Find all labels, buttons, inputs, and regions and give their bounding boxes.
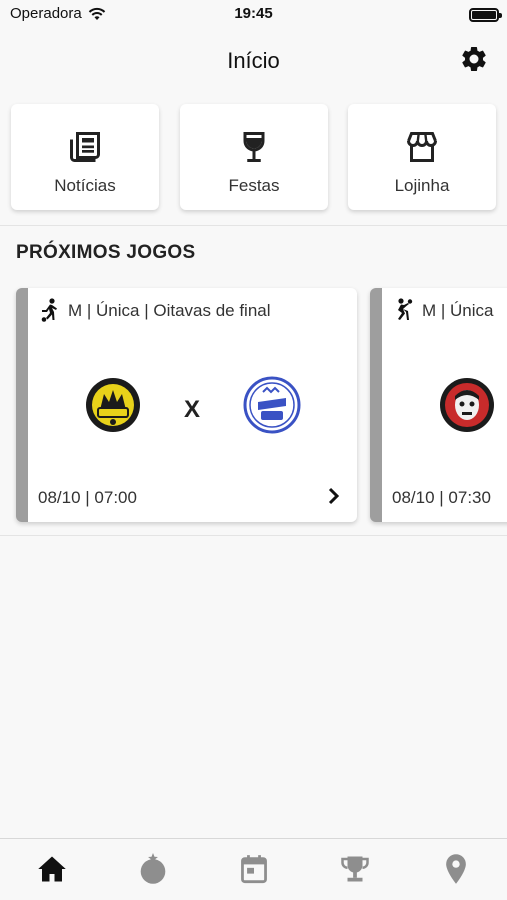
wine-glass-icon <box>235 128 273 166</box>
game-datetime: 08/10 | 07:30 <box>392 488 491 507</box>
game-datetime: 08/10 | 07:00 <box>38 488 137 507</box>
tab-location[interactable] <box>436 849 476 889</box>
battery-icon <box>469 8 502 22</box>
tab-home[interactable] <box>32 849 72 889</box>
news-label: Notícias <box>54 176 116 195</box>
store-label: Lojinha <box>394 176 450 195</box>
home-team-logo <box>440 378 494 432</box>
shortcuts-section: Notícias Festas Lojinha <box>0 94 507 226</box>
status-time: 19:45 <box>234 5 273 22</box>
storefront-icon <box>403 128 441 166</box>
trophy-icon <box>341 856 369 882</box>
games-carousel[interactable]: M | Única | Oitavas de final X 08/10 | 0… <box>0 286 507 536</box>
parties-card[interactable]: Festas <box>180 104 328 210</box>
game-card[interactable]: M | Única | Oitavas de final X 08/10 | 0… <box>16 288 357 522</box>
tab-trophy[interactable] <box>335 849 375 889</box>
ball-icon <box>140 853 166 884</box>
news-card[interactable]: Notícias <box>11 104 159 210</box>
upcoming-games-title: PRÓXIMOS JOGOS <box>16 242 196 263</box>
calendar-icon <box>241 855 267 884</box>
parties-label: Festas <box>228 176 280 195</box>
chevron-right-icon <box>328 487 340 505</box>
page-title: Início <box>227 48 280 73</box>
tab-sports[interactable] <box>133 849 173 889</box>
tab-calendar[interactable] <box>234 849 274 889</box>
game-info: M | Única | Oitavas de final <box>68 301 271 320</box>
gear-icon <box>462 46 486 71</box>
game-header: M | Única | Oitavas de final <box>38 298 271 324</box>
game-card[interactable]: M | Única 08/10 | 07:30 <box>370 288 507 522</box>
home-team-logo <box>86 378 140 432</box>
location-pin-icon <box>446 854 466 884</box>
newspaper-icon <box>66 128 104 166</box>
tab-bar <box>0 838 507 900</box>
settings-button[interactable] <box>459 44 489 74</box>
store-card[interactable]: Lojinha <box>348 104 496 210</box>
soccer-player-icon <box>41 298 57 322</box>
game-header: M | Única <box>392 298 494 324</box>
game-info: M | Única <box>422 301 494 320</box>
nav-bar: Início <box>0 30 507 92</box>
away-team-logo <box>243 376 301 434</box>
handball-player-icon <box>398 298 413 320</box>
home-icon <box>38 856 66 882</box>
versus-label: X <box>184 396 201 423</box>
status-bar: Operadora 19:45 <box>0 0 507 30</box>
